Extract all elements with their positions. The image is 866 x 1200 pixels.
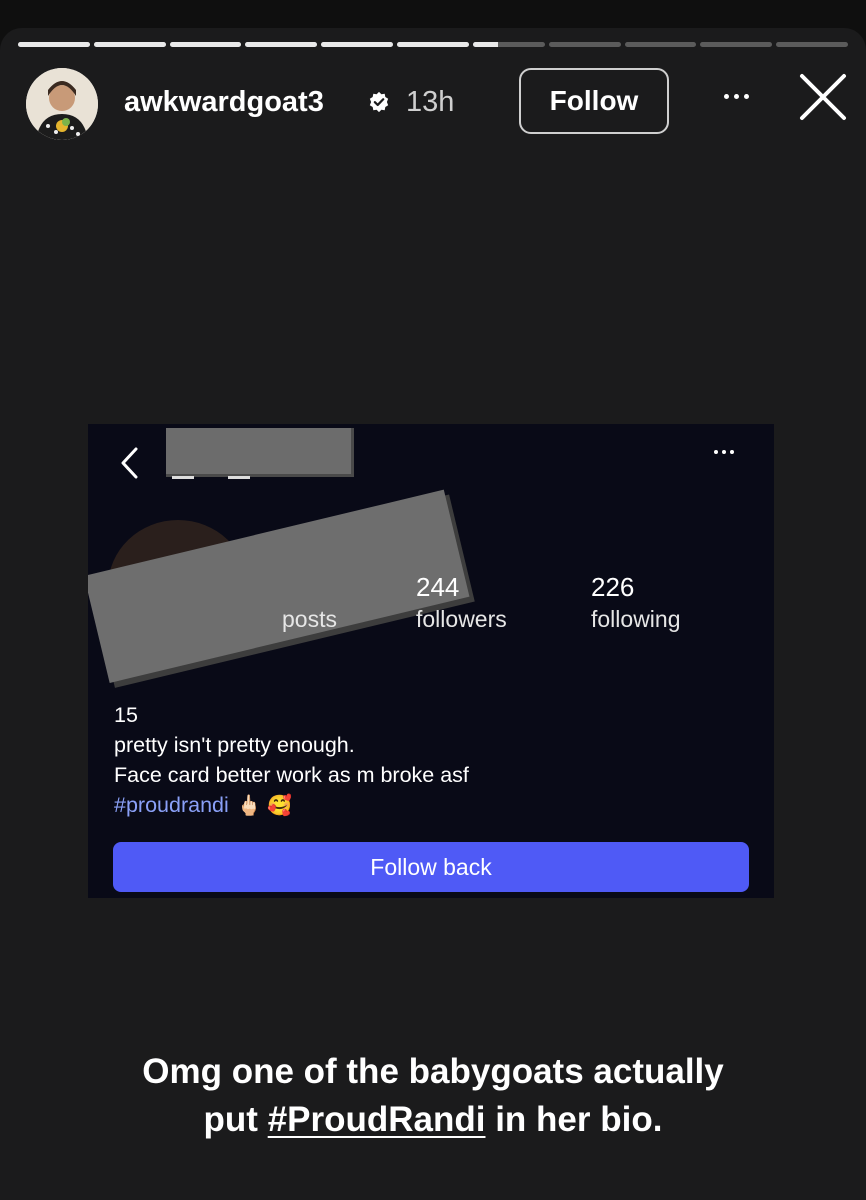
caption-text: in her bio. (485, 1100, 663, 1139)
follow-back-button: Follow back (113, 842, 749, 892)
progress-segment (472, 42, 545, 47)
progress-segment (776, 42, 848, 47)
bio-hashtag-line: #proudrandi 🖕🏻 🥰 (114, 790, 469, 821)
bio-line: Face card better work as m broke asf (114, 763, 469, 787)
progress-segment (169, 42, 242, 47)
story-header: awkwardgoat3 13h Follow (26, 68, 846, 140)
story-viewer[interactable]: awkwardgoat3 13h Follow posts 244 follow… (0, 28, 866, 1200)
progress-segment (548, 42, 621, 47)
profile-bio: 15 pretty isn't pretty enough. Face card… (114, 700, 469, 821)
progress-segment (624, 42, 697, 47)
stat-number (282, 572, 337, 604)
verified-badge-icon (369, 91, 389, 113)
progress-segment (321, 42, 394, 47)
redaction-username (166, 428, 354, 477)
back-chevron-icon (121, 447, 138, 479)
embedded-profile-screenshot: posts 244 followers 226 following 15 pre… (88, 424, 774, 898)
caption-line: put #ProudRandi in her bio. (0, 1096, 866, 1144)
story-caption: Omg one of the babygoats actually put #P… (0, 1048, 866, 1144)
post-time: 13h (406, 86, 455, 118)
caption-text: put (203, 1100, 268, 1139)
close-icon[interactable] (796, 70, 850, 124)
avatar[interactable] (26, 68, 98, 140)
stat-label: following (591, 606, 681, 632)
bio-hashtag: #proudrandi (114, 793, 229, 817)
story-progress-bar (18, 42, 848, 47)
stat-following: 226 following (591, 572, 681, 633)
progress-segment (397, 42, 469, 47)
caption-hashtag-link[interactable]: #ProudRandi (268, 1100, 486, 1139)
bio-emojis: 🖕🏻 🥰 (236, 795, 293, 818)
username[interactable]: awkwardgoat3 (124, 86, 324, 119)
stat-posts: posts (282, 572, 337, 633)
progress-segment (18, 42, 90, 47)
progress-segment (93, 42, 166, 47)
progress-segment (245, 42, 318, 47)
progress-segment (700, 42, 773, 47)
underscore (172, 476, 194, 479)
underscore (228, 476, 250, 479)
more-horizontal-icon[interactable] (716, 76, 756, 116)
stat-label: posts (282, 606, 337, 632)
redaction-block (88, 489, 470, 683)
bio-line: 15 (114, 703, 138, 727)
more-horizontal-icon (714, 450, 734, 454)
bio-line: pretty isn't pretty enough. (114, 733, 355, 757)
stat-label: followers (416, 606, 507, 632)
caption-line: Omg one of the babygoats actually (142, 1052, 724, 1091)
follow-button[interactable]: Follow (519, 68, 669, 134)
stat-followers: 244 followers (416, 572, 507, 633)
stat-number: 244 (416, 572, 460, 602)
stat-number: 226 (591, 572, 635, 602)
